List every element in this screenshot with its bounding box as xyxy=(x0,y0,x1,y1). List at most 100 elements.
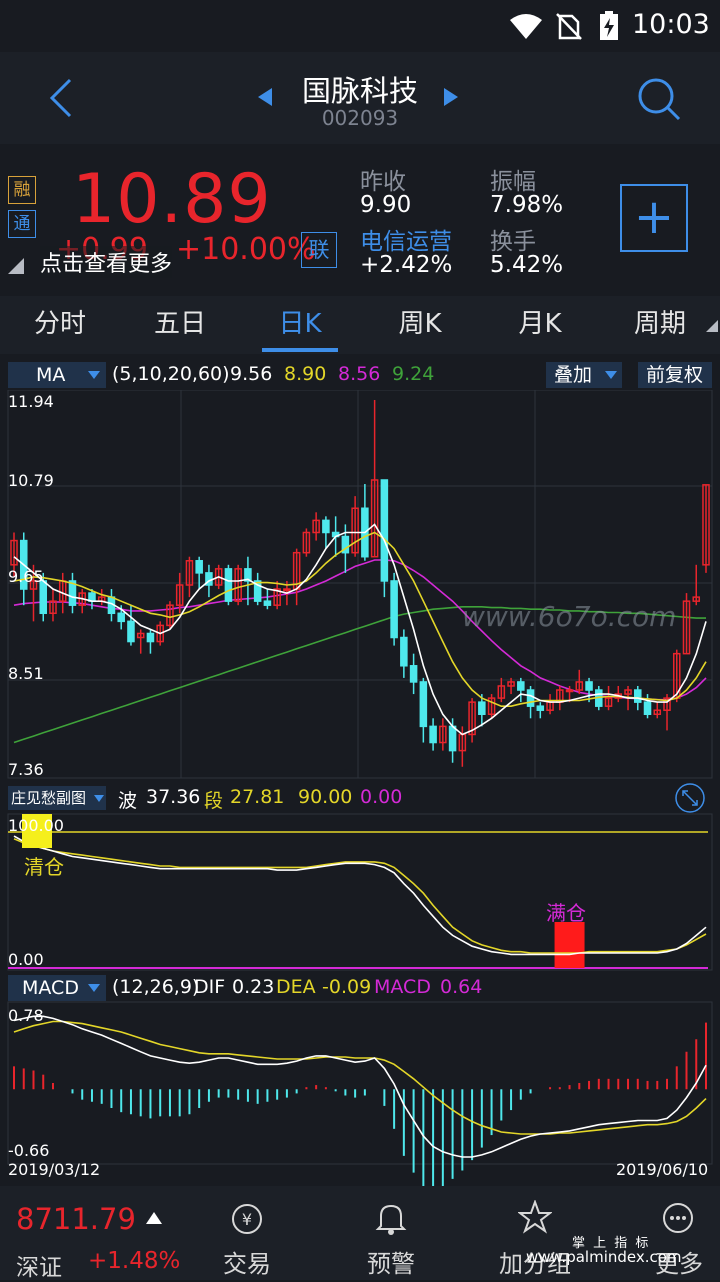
macd-dropdown-label: MACD xyxy=(22,977,79,999)
badge-tong: 通 xyxy=(8,210,36,238)
status-bar: 10:03 xyxy=(0,0,720,52)
candle-body xyxy=(224,568,233,602)
sub-indicator-bar: 庄见愁副图 波 37.36 段 27.81 90.00 0.00 xyxy=(0,783,720,813)
sub-axis-min: 0.00 xyxy=(8,950,44,969)
tab-period[interactable]: 周期 xyxy=(600,296,720,354)
dea-line xyxy=(13,1020,707,1135)
macd-indicator-bar: MACD (12,26,9) DIF 0.23 DEA -0.09 MACD 0… xyxy=(0,975,720,1001)
tab-monthly-k[interactable]: 月K xyxy=(480,296,600,354)
turnover-label: 换手 xyxy=(490,229,536,255)
chevron-down-icon xyxy=(88,984,100,992)
price-axis-4: 8.51 xyxy=(8,664,44,683)
star-icon xyxy=(518,1200,552,1234)
more-info-link[interactable]: 点击查看更多 xyxy=(40,246,173,278)
nav-alert[interactable]: 预警 xyxy=(336,1186,446,1280)
amplitude-label: 振幅 xyxy=(490,169,536,195)
expand-corner-icon xyxy=(8,258,24,274)
dif-line xyxy=(13,1015,707,1158)
ma10-value: 8.90 xyxy=(284,363,327,385)
sub-value-3: 90.00 xyxy=(298,786,353,808)
back-icon[interactable] xyxy=(44,76,76,120)
ma-dropdown[interactable]: MA xyxy=(8,362,106,388)
add-watchlist-button[interactable]: + xyxy=(620,184,688,252)
more-icon xyxy=(663,1203,693,1233)
sub-axis-max: 100.00 xyxy=(8,816,64,835)
candle-body xyxy=(565,689,574,693)
index-name: 深证 xyxy=(16,1255,62,1281)
full-position-label: 满仓 xyxy=(546,901,586,925)
adjust-button[interactable]: 前复权 xyxy=(638,362,712,388)
candle-body xyxy=(643,701,652,716)
ma-params: (5,10,20,60) xyxy=(112,363,230,385)
bo-label: 波 xyxy=(118,790,138,812)
tab-intraday[interactable]: 分时 xyxy=(0,296,120,354)
amplitude-value: 7.98% xyxy=(490,192,564,218)
fullscreen-icon[interactable] xyxy=(674,782,706,814)
up-arrow-icon xyxy=(146,1212,162,1224)
nav-alert-label: 预警 xyxy=(367,1250,415,1278)
linked-button[interactable]: 联 xyxy=(301,232,337,268)
candle-body xyxy=(195,560,203,574)
macd-label: MACD xyxy=(374,976,431,998)
wifi-icon xyxy=(510,14,542,39)
tab-five-day[interactable]: 五日 xyxy=(120,296,240,354)
duan-label: 段 xyxy=(204,790,224,812)
nav-trade[interactable]: ¥ 交易 xyxy=(192,1186,302,1280)
active-tab-indicator xyxy=(262,348,338,352)
next-stock-icon[interactable] xyxy=(444,88,458,106)
index-change: +1.48% xyxy=(88,1248,181,1274)
sector-change: +2.42% xyxy=(360,252,453,278)
candle-body xyxy=(526,689,535,707)
macd-dropdown[interactable]: MACD xyxy=(8,975,106,1001)
candle-body xyxy=(634,689,642,703)
price-axis-2: 10.79 xyxy=(8,471,54,490)
macd-panel-frame xyxy=(7,1001,713,1165)
quote-panel: 融 通 10.89 +0.99 +10.00% 点击查看更多 联 昨收 9.90… xyxy=(0,146,720,288)
period-dropdown-icon xyxy=(706,320,718,332)
tab-daily-k[interactable]: 日K xyxy=(240,296,360,354)
chevron-down-icon xyxy=(88,371,100,379)
candle-body xyxy=(380,479,389,582)
overlay-dropdown[interactable]: 叠加 xyxy=(546,362,622,388)
macd-axis-min: -0.66 xyxy=(8,1141,50,1160)
candle-body xyxy=(409,665,418,683)
ma-indicator-bar: MA (5,10,20,60) 9.56 8.90 8.56 9.24 叠加 前… xyxy=(0,362,720,388)
candle-body xyxy=(478,701,486,716)
stock-name: 国脉科技 xyxy=(301,74,418,108)
candle-body xyxy=(429,725,437,744)
candle-body xyxy=(283,588,291,592)
full-position-marker xyxy=(554,922,585,968)
no-sim-icon xyxy=(556,13,582,40)
candle-body xyxy=(127,620,135,643)
ma5-value: 9.56 xyxy=(230,363,273,385)
trade-icon: ¥ xyxy=(232,1204,262,1234)
price-axis-3: 9.65 xyxy=(8,567,44,586)
chart-watermark: www.6o7o.com xyxy=(462,600,677,633)
svg-text:¥: ¥ xyxy=(242,1210,252,1229)
tab-weekly-k[interactable]: 周K xyxy=(360,296,480,354)
badge-rong: 融 xyxy=(8,176,36,204)
last-price: 10.89 xyxy=(72,160,272,239)
candle-body xyxy=(390,580,398,639)
sector-link[interactable]: 电信运营 xyxy=(360,222,452,256)
index-value[interactable]: 8711.79 xyxy=(16,1202,136,1236)
bottom-bar: 8711.79 深证 +1.48% ¥ 交易 预警 加分组 更多 掌 上 指 标… xyxy=(0,1186,720,1281)
date-end: 2019/06/10 xyxy=(616,1160,709,1179)
price-axis-max: 11.94 xyxy=(8,392,54,411)
dif-label: DIF xyxy=(194,976,226,998)
prev-close-value: 9.90 xyxy=(360,192,412,218)
prev-stock-icon[interactable] xyxy=(258,88,272,106)
candle-body xyxy=(117,612,125,623)
candle-body xyxy=(585,681,593,691)
macd-params: (12,26,9) xyxy=(112,976,200,998)
dif-value: 0.23 xyxy=(232,976,275,998)
macd-axis-max: 0.78 xyxy=(8,1006,44,1025)
search-icon[interactable] xyxy=(636,76,682,122)
candle-body xyxy=(517,681,525,691)
sub-indicator-dropdown[interactable]: 庄见愁副图 xyxy=(8,786,106,810)
stock-header: 国脉科技 002093 xyxy=(0,52,720,144)
candle-body xyxy=(146,632,155,643)
sub-yellow-line xyxy=(13,838,707,954)
bell-icon xyxy=(375,1204,407,1235)
candle-body xyxy=(263,600,272,606)
